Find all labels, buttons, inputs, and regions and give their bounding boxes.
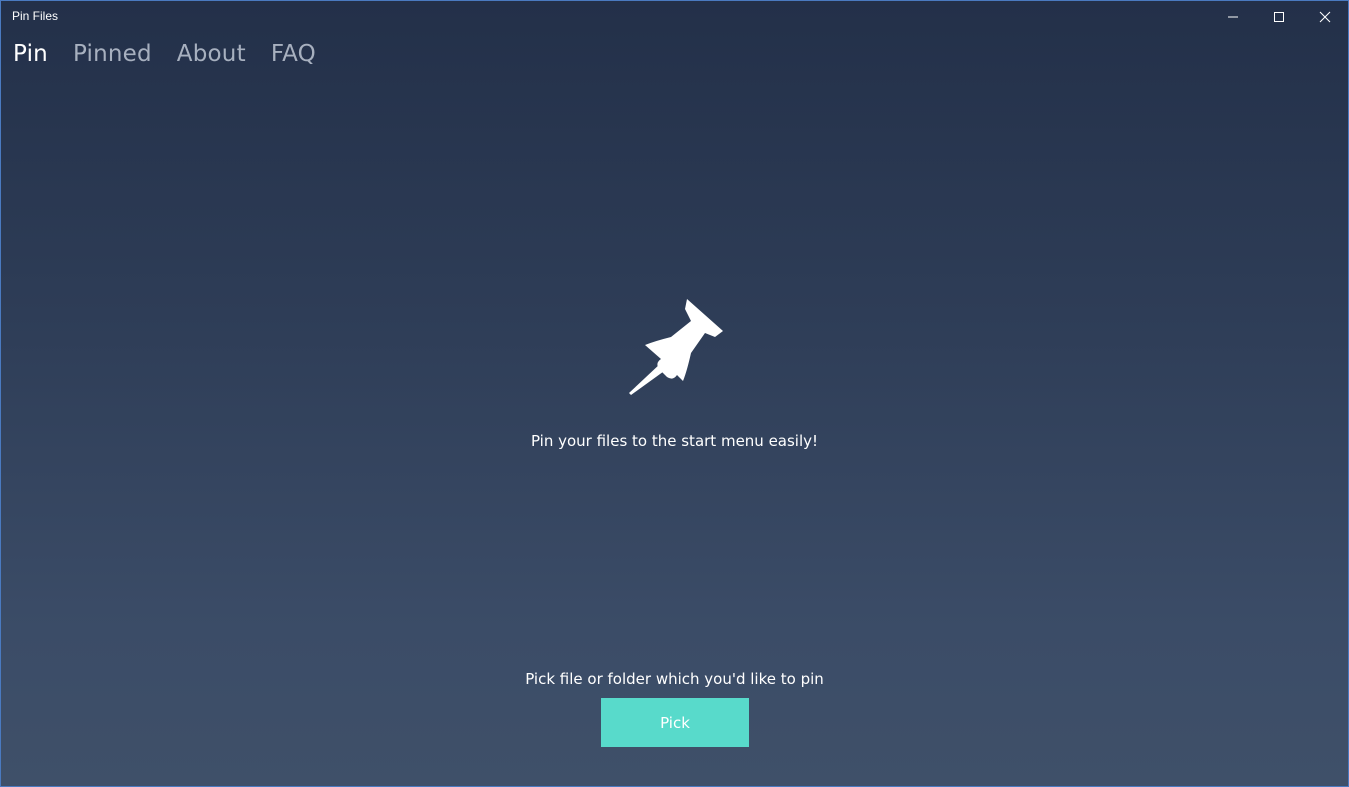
tab-pin[interactable]: Pin bbox=[13, 41, 48, 67]
caption-buttons bbox=[1210, 1, 1348, 32]
maximize-icon bbox=[1274, 11, 1284, 22]
maximize-button[interactable] bbox=[1256, 1, 1302, 32]
tagline: Pin your files to the start menu easily! bbox=[530, 432, 819, 450]
app-window: Pin Files Pin Pinned About FAQ Pin your … bbox=[0, 0, 1349, 787]
window-title: Pin Files bbox=[12, 9, 59, 23]
close-icon bbox=[1319, 11, 1331, 22]
minimize-button[interactable] bbox=[1210, 1, 1256, 32]
nav-tabs: Pin Pinned About FAQ bbox=[13, 41, 341, 67]
minimize-icon bbox=[1228, 16, 1238, 17]
title-bar[interactable]: Pin Files bbox=[1, 1, 1348, 32]
pushpin-icon bbox=[629, 299, 723, 395]
tab-pinned[interactable]: Pinned bbox=[73, 41, 152, 67]
tab-about[interactable]: About bbox=[177, 41, 246, 67]
pick-button[interactable]: Pick bbox=[601, 698, 749, 747]
tab-faq[interactable]: FAQ bbox=[271, 41, 316, 67]
close-button[interactable] bbox=[1302, 1, 1348, 32]
pick-prompt: Pick file or folder which you'd like to … bbox=[525, 670, 824, 688]
